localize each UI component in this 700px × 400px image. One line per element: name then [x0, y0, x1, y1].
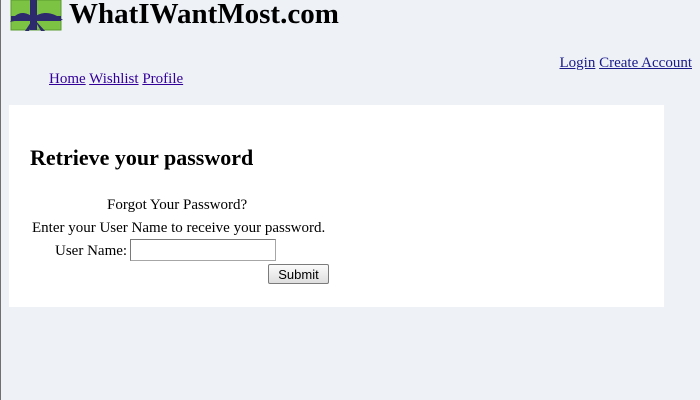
create-account-link[interactable]: Create Account	[599, 55, 692, 71]
nav-wishlist-link[interactable]: Wishlist	[89, 71, 138, 87]
site-title: WhatIWantMost.com	[69, 0, 339, 30]
main-nav: Home Wishlist Profile	[49, 70, 183, 88]
page-title: Retrieve your password	[30, 145, 254, 170]
nav-home-link[interactable]: Home	[49, 71, 86, 87]
submit-button[interactable]: Submit	[268, 264, 329, 284]
username-input[interactable]	[130, 239, 276, 261]
content-panel: Retrieve your password Forgot Your Passw…	[9, 105, 664, 307]
login-link[interactable]: Login	[560, 55, 596, 71]
form-instructions: Enter your User Name to receive your pas…	[32, 220, 326, 236]
page-left-border	[0, 0, 1, 400]
gift-box-icon	[10, 0, 63, 31]
form-heading: Forgot Your Password?	[107, 197, 248, 213]
username-label: User Name:	[55, 243, 128, 259]
nav-profile-link[interactable]: Profile	[142, 71, 183, 87]
account-links: Login Create Account	[560, 54, 692, 72]
